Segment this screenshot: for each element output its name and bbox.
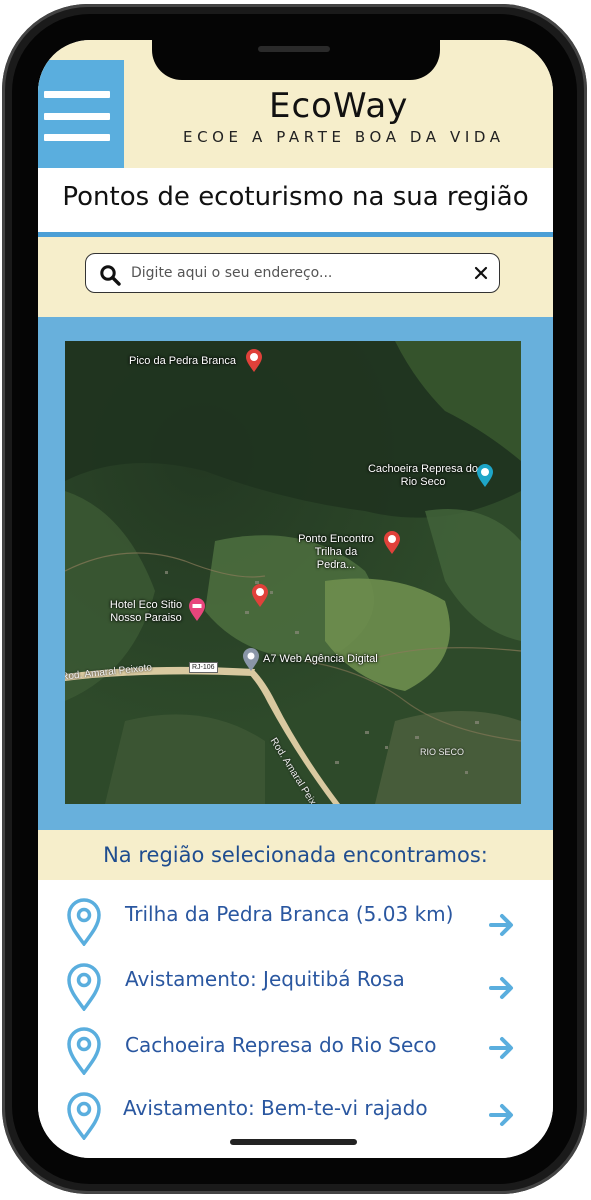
arrow-right-icon[interactable] xyxy=(488,1035,516,1061)
hiking-pin-icon[interactable] xyxy=(245,349,263,373)
close-icon[interactable] xyxy=(473,265,489,281)
map-pin-icon xyxy=(67,963,101,1011)
result-label: Trilha da Pedra Branca (5.03 km) xyxy=(125,902,454,926)
map-area-label: RIO SECO xyxy=(420,747,465,757)
hotel-pin-icon[interactable] xyxy=(188,598,206,622)
home-indicator[interactable] xyxy=(230,1139,357,1145)
map-label-place: Hotel Eco Sitio Nosso Paraiso xyxy=(109,599,183,624)
map-label-place: Pico da Pedra Branca xyxy=(129,355,237,367)
attraction-pin-icon[interactable] xyxy=(476,464,494,488)
menu-button[interactable] xyxy=(38,60,124,169)
arrow-right-icon[interactable] xyxy=(488,1102,516,1128)
result-label: Avistamento: Bem-te-vi rajado xyxy=(123,1096,428,1120)
result-label: Avistamento: Jequitibá Rosa xyxy=(125,967,405,991)
brand-name: EcoWay xyxy=(269,86,409,126)
map-terrain xyxy=(65,341,521,804)
result-item[interactable]: Avistamento: Jequitibá Rosa xyxy=(38,958,553,1018)
result-label: Cachoeira Represa do Rio Seco xyxy=(125,1033,437,1057)
arrow-right-icon[interactable] xyxy=(488,975,516,1001)
map-pin-icon xyxy=(67,1092,101,1140)
arrow-right-icon[interactable] xyxy=(488,912,516,938)
business-pin-icon[interactable] xyxy=(242,648,260,672)
result-item[interactable]: Cachoeira Represa do Rio Seco xyxy=(38,1023,553,1083)
page-title: Pontos de ecoturismo na sua região xyxy=(62,182,529,212)
map-label-place: Cachoeira Represa do Rio Seco xyxy=(367,463,479,488)
map-pin-icon xyxy=(67,898,101,946)
hiking-pin-icon[interactable] xyxy=(251,584,269,608)
map-pin-icon xyxy=(67,1027,101,1075)
satellite-map[interactable]: Pico da Pedra Branca Cachoeira Represa d… xyxy=(65,341,521,804)
road-badge: RJ-106 xyxy=(189,662,218,673)
result-item[interactable]: Trilha da Pedra Branca (5.03 km) xyxy=(38,894,553,954)
results-heading: Na região selecionada encontramos: xyxy=(103,843,488,867)
map-label-place: A7 Web Agência Digital xyxy=(263,653,378,665)
search-bar xyxy=(85,253,500,293)
address-search-input[interactable] xyxy=(131,258,461,288)
speaker-grille xyxy=(258,46,330,52)
app-screen: EcoWay ECOE A PARTE BOA DA VIDA Pontos d… xyxy=(38,40,553,1158)
hiking-pin-icon[interactable] xyxy=(383,531,401,555)
results-list: Trilha da Pedra Branca (5.03 km) Avistam… xyxy=(38,880,553,1158)
brand-tagline: ECOE A PARTE BOA DA VIDA xyxy=(183,128,505,146)
map-label-place: Ponto Encontro Trilha da Pedra... xyxy=(298,533,374,571)
result-item[interactable]: Avistamento: Bem-te-vi rajado xyxy=(38,1086,553,1146)
search-icon xyxy=(100,265,121,286)
